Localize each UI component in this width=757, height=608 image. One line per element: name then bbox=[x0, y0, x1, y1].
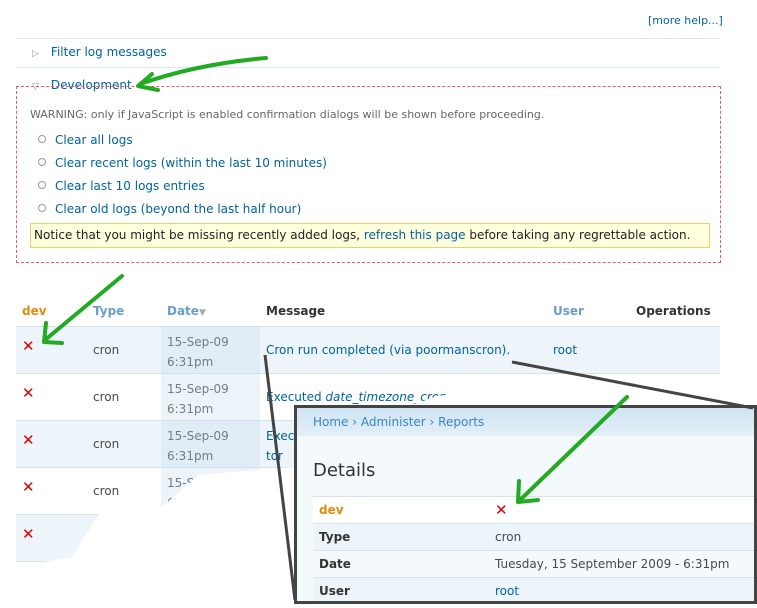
detail-row-user: User root bbox=[313, 577, 754, 601]
error-x-icon: ✕ bbox=[495, 501, 508, 519]
header-type[interactable]: Type bbox=[93, 304, 124, 318]
divider bbox=[16, 38, 720, 39]
message-link[interactable]: Executed date_timezone_cron bbox=[266, 390, 447, 404]
breadcrumb-reports[interactable]: Reports bbox=[438, 415, 484, 429]
detail-row-date: Date Tuesday, 15 September 2009 - 6:31pm bbox=[313, 550, 754, 577]
error-x-icon: ✕ bbox=[22, 431, 35, 449]
message-link[interactable]: Exec tor bbox=[266, 426, 294, 466]
header-date[interactable]: Date▼ bbox=[167, 304, 206, 318]
user-link[interactable]: root bbox=[553, 343, 577, 357]
clear-recent-logs[interactable]: Clear recent logs (within the last 10 mi… bbox=[38, 156, 327, 170]
date-column-highlight bbox=[161, 326, 260, 567]
notice-text-end: before taking any regrettable action. bbox=[465, 228, 691, 242]
header-dev[interactable]: dev bbox=[22, 304, 47, 318]
details-inset: Home › Administer › Reports Details dev ✕… bbox=[294, 405, 757, 604]
breadcrumb-administer[interactable]: Administer bbox=[361, 415, 426, 429]
error-x-icon: ✕ bbox=[22, 478, 35, 496]
notice-box: Notice that you might be missing recentl… bbox=[30, 223, 710, 248]
table-row: ✕ cron 15-Sep-09 6:31pm Cron run completed (… bbox=[16, 326, 720, 373]
header-user[interactable]: User bbox=[553, 304, 584, 318]
clear-recent-link[interactable]: Clear recent logs (within the last 10 mi… bbox=[55, 156, 327, 170]
error-x-icon: ✕ bbox=[22, 384, 35, 402]
clear-last-10[interactable]: Clear last 10 logs entries bbox=[38, 179, 205, 193]
divider bbox=[16, 67, 720, 68]
breadcrumb: Home › Administer › Reports bbox=[297, 408, 754, 436]
message-link[interactable]: Cron run completed (via poormanscron). bbox=[266, 343, 510, 357]
filter-toggle[interactable]: ▷ Filter log messages bbox=[32, 45, 167, 59]
sort-desc-icon: ▼ bbox=[198, 308, 206, 318]
breadcrumb-home[interactable]: Home bbox=[313, 415, 348, 429]
clear-last-link[interactable]: Clear last 10 logs entries bbox=[55, 179, 205, 193]
error-x-icon: ✕ bbox=[22, 525, 35, 543]
clear-all-logs[interactable]: Clear all logs bbox=[38, 133, 133, 147]
detail-row-dev: dev ✕ bbox=[313, 496, 754, 523]
header-message: Message bbox=[266, 304, 326, 318]
triangle-right-icon: ▷ bbox=[32, 49, 39, 59]
clear-old-logs[interactable]: Clear old logs (beyond the last half hou… bbox=[38, 202, 301, 216]
user-link[interactable]: root bbox=[495, 578, 519, 601]
more-help-link[interactable]: [more help...] bbox=[648, 14, 723, 27]
clear-all-link[interactable]: Clear all logs bbox=[55, 133, 133, 147]
detail-row-type: Type cron bbox=[313, 523, 754, 550]
error-x-icon: ✕ bbox=[22, 572, 35, 590]
clear-old-link[interactable]: Clear old logs (beyond the last half hou… bbox=[55, 202, 301, 216]
header-operations: Operations bbox=[636, 304, 711, 318]
notice-text: Notice that you might be missing recentl… bbox=[34, 228, 364, 242]
filter-label: Filter log messages bbox=[50, 45, 167, 59]
page-title: Details bbox=[313, 460, 376, 481]
refresh-link[interactable]: refresh this page bbox=[364, 228, 466, 242]
error-x-icon: ✕ bbox=[22, 337, 35, 355]
warning-text: WARNING: only if JavaScript is enabled c… bbox=[30, 108, 545, 121]
